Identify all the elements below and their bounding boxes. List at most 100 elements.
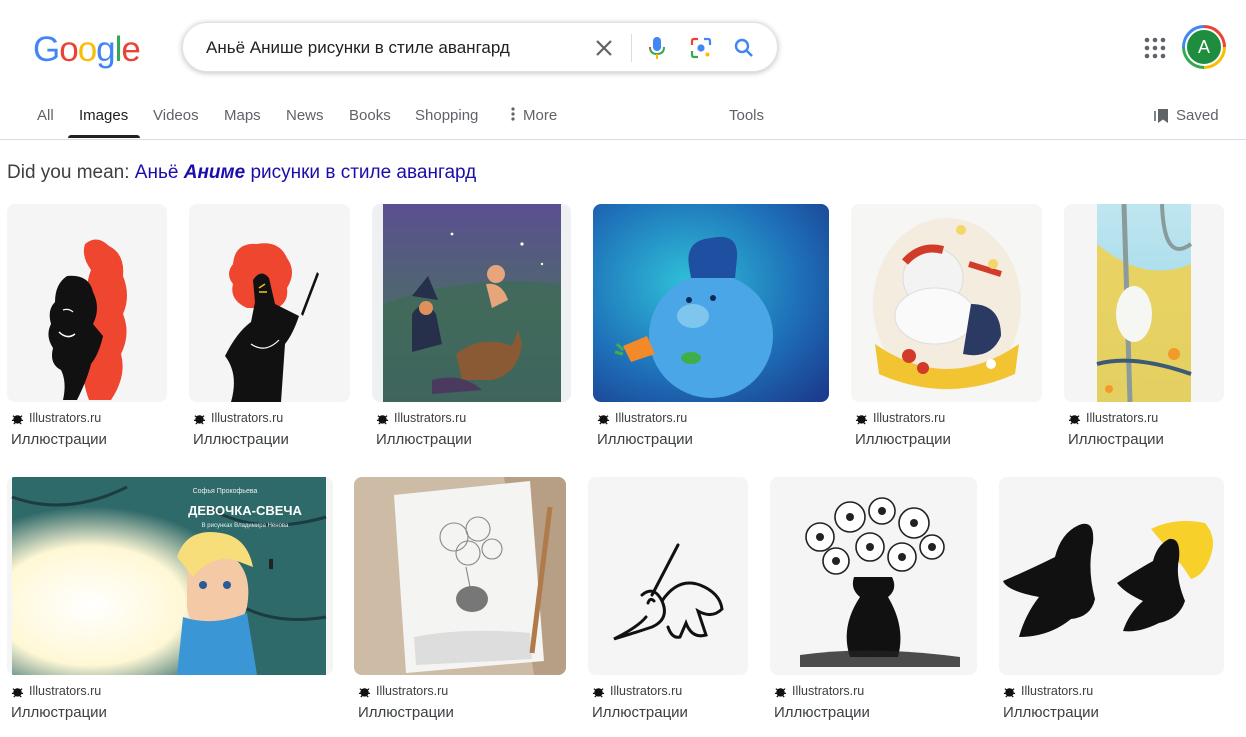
logo-letter: G: [33, 30, 60, 69]
search-input[interactable]: Аньё Анише рисунки в стиле авангард: [206, 38, 510, 58]
result-source-label: Illustrators.ru: [615, 411, 688, 425]
tools-button[interactable]: Tools: [729, 107, 764, 124]
saved-label: Saved: [1176, 106, 1219, 124]
image-result[interactable]: Illustrators.ru Иллюстрации: [1064, 204, 1224, 454]
tab-all[interactable]: All: [37, 107, 54, 124]
tab-images[interactable]: Images: [79, 107, 128, 124]
result-thumbnail[interactable]: Софья Прокофьева ДЕВОЧКА-СВЕЧА В рисунка…: [7, 477, 333, 675]
result-thumbnail[interactable]: [851, 204, 1042, 402]
suggestion-corrected-word: Аниме: [183, 162, 246, 183]
result-thumbnail[interactable]: [189, 204, 350, 402]
result-source[interactable]: Illustrators.ru: [774, 684, 864, 698]
result-source-label: Illustrators.ru: [792, 684, 865, 698]
result-source-label: Illustrators.ru: [873, 411, 946, 425]
tab-videos[interactable]: Videos: [153, 107, 199, 124]
result-title[interactable]: Иллюстрации: [11, 431, 107, 448]
suggestion-word: Аньё: [134, 162, 179, 183]
illustrators-favicon-icon: [592, 687, 605, 697]
image-result[interactable]: Illustrators.ru Иллюстрации: [770, 477, 977, 727]
result-source-label: Illustrators.ru: [29, 684, 102, 698]
illustrators-favicon-icon: [597, 414, 610, 424]
tab-more[interactable]: More: [511, 107, 557, 125]
image-result[interactable]: Illustrators.ru Иллюстрации: [999, 477, 1224, 727]
suggestion-rest: рисунки в стиле авангард: [250, 162, 477, 183]
illustrators-favicon-icon: [11, 687, 24, 697]
result-thumbnail[interactable]: [354, 477, 566, 675]
result-title[interactable]: Иллюстрации: [597, 431, 693, 448]
tab-shopping[interactable]: Shopping: [415, 107, 478, 124]
search-tabs: All Images Videos Maps News Books Shoppi…: [0, 96, 1246, 138]
account-avatar[interactable]: A: [1182, 25, 1226, 69]
microphone-icon[interactable]: [644, 35, 670, 61]
image-result[interactable]: Illustrators.ru Иллюстрации: [588, 477, 748, 727]
result-source-label: Illustrators.ru: [394, 411, 467, 425]
avatar-letter: A: [1197, 36, 1210, 57]
result-source-label: Illustrators.ru: [376, 684, 449, 698]
result-title[interactable]: Иллюстрации: [11, 704, 107, 721]
image-result[interactable]: Illustrators.ru Иллюстрации: [593, 204, 829, 454]
result-title[interactable]: Иллюстрации: [855, 431, 951, 448]
book-cover-illustrator: В рисунках Владимира Ненова: [202, 523, 289, 529]
tabs-divider: [0, 139, 1246, 140]
search-box[interactable]: Аньё Анише рисунки в стиле авангард: [182, 22, 778, 72]
image-result[interactable]: Illustrators.ru Иллюстрации: [354, 477, 566, 727]
image-result[interactable]: Illustrators.ru Иллюстрации: [372, 204, 571, 454]
tab-maps[interactable]: Maps: [224, 107, 261, 124]
result-source[interactable]: Illustrators.ru: [193, 411, 283, 425]
apps-grid-icon[interactable]: [1143, 36, 1167, 60]
result-source[interactable]: Illustrators.ru: [11, 684, 101, 698]
tab-books[interactable]: Books: [349, 107, 391, 124]
clear-icon[interactable]: [591, 35, 617, 61]
result-title[interactable]: Иллюстрации: [1003, 704, 1099, 721]
did-you-mean: Did you mean: Аньё Аниме рисунки в стиле…: [7, 162, 476, 184]
illustrators-favicon-icon: [193, 414, 206, 424]
result-source[interactable]: Illustrators.ru: [11, 411, 101, 425]
result-source[interactable]: Illustrators.ru: [597, 411, 687, 425]
result-source[interactable]: Illustrators.ru: [592, 684, 682, 698]
result-title[interactable]: Иллюстрации: [376, 431, 472, 448]
result-title[interactable]: Иллюстрации: [1068, 431, 1164, 448]
result-thumbnail[interactable]: [7, 204, 167, 402]
more-label: More: [523, 107, 558, 124]
illustrators-favicon-icon: [855, 414, 868, 424]
image-result[interactable]: Illustrators.ru Иллюстрации: [851, 204, 1042, 454]
google-logo[interactable]: Google: [33, 30, 141, 70]
search-divider: [631, 34, 632, 62]
result-title[interactable]: Иллюстрации: [774, 704, 870, 721]
result-thumbnail[interactable]: [593, 204, 829, 402]
result-source-label: Illustrators.ru: [29, 411, 102, 425]
logo-letter: l: [114, 30, 123, 69]
result-title[interactable]: Иллюстрации: [358, 704, 454, 721]
logo-letter: g: [96, 30, 115, 69]
result-thumbnail[interactable]: [588, 477, 748, 675]
book-cover-author: Софья Прокофьева: [193, 488, 258, 495]
result-thumbnail[interactable]: [372, 204, 571, 402]
saved-button[interactable]: Saved: [1154, 106, 1219, 124]
result-source[interactable]: Illustrators.ru: [1003, 684, 1093, 698]
logo-letter: o: [77, 30, 97, 69]
image-result[interactable]: Illustrators.ru Иллюстрации: [7, 204, 167, 454]
search-icon[interactable]: [731, 35, 757, 61]
result-thumbnail[interactable]: [1064, 204, 1224, 402]
did-you-mean-suggestion[interactable]: Аньё Аниме рисунки в стиле авангард: [135, 162, 476, 183]
result-thumbnail[interactable]: [770, 477, 977, 675]
result-source[interactable]: Illustrators.ru: [358, 684, 448, 698]
result-thumbnail[interactable]: [999, 477, 1224, 675]
logo-letter: o: [59, 30, 78, 69]
active-tab-indicator: [68, 135, 140, 138]
result-title[interactable]: Иллюстрации: [193, 431, 289, 448]
image-result[interactable]: Illustrators.ru Иллюстрации: [189, 204, 350, 454]
image-result[interactable]: Софья Прокофьева ДЕВОЧКА-СВЕЧА В рисунка…: [7, 477, 333, 727]
lens-icon[interactable]: [688, 35, 714, 61]
illustrators-favicon-icon: [1003, 687, 1016, 697]
result-source[interactable]: Illustrators.ru: [376, 411, 466, 425]
illustrators-favicon-icon: [376, 414, 389, 424]
result-title[interactable]: Иллюстрации: [592, 704, 688, 721]
result-source[interactable]: Illustrators.ru: [1068, 411, 1158, 425]
illustrators-favicon-icon: [774, 687, 787, 697]
result-source[interactable]: Illustrators.ru: [855, 411, 945, 425]
tab-news[interactable]: News: [286, 107, 324, 124]
more-vert-icon: [511, 107, 515, 125]
result-source-label: Illustrators.ru: [1021, 684, 1094, 698]
logo-letter: e: [121, 30, 140, 69]
